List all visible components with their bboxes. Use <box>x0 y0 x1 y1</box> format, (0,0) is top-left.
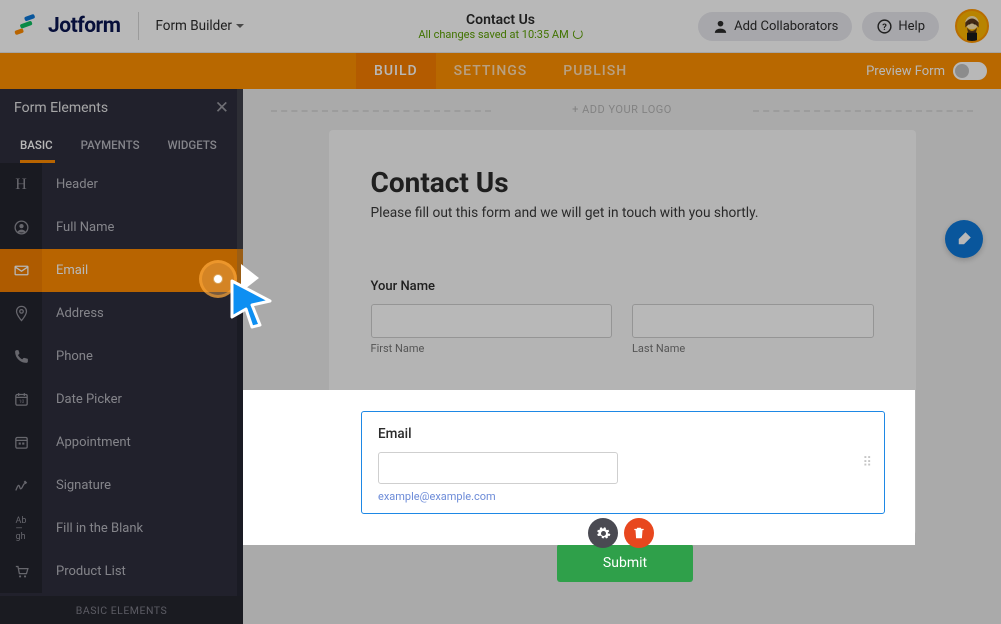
first-name-input[interactable] <box>371 304 613 338</box>
edit-fab[interactable] <box>945 220 983 258</box>
add-logo-label: + ADD YOUR LOGO <box>572 103 672 116</box>
fill-blank-icon: Ab—gh <box>0 507 42 550</box>
email-input[interactable] <box>378 452 618 484</box>
user-icon <box>0 206 42 249</box>
email-hint: example@example.com <box>378 490 868 503</box>
form-elements-panel: Form Elements ✕ BASIC PAYMENTS WIDGETS H… <box>0 89 243 624</box>
sidebar-item-label: Header <box>42 177 98 192</box>
appointment-icon <box>0 421 42 464</box>
tab-settings[interactable]: SETTINGS <box>436 53 546 89</box>
gear-icon <box>596 526 611 541</box>
divider <box>138 12 139 40</box>
form-builder-dropdown[interactable]: Form Builder <box>155 18 244 34</box>
field-settings-button[interactable] <box>588 518 618 548</box>
cart-icon <box>0 550 42 593</box>
signature-icon <box>0 464 42 507</box>
sidebar-item-address[interactable]: Address <box>0 292 243 335</box>
topbar-right: Add Collaborators ? Help <box>698 9 989 43</box>
sidebar-item-label: Date Picker <box>42 392 122 407</box>
sidebar-item-label: Appointment <box>42 435 131 450</box>
dropdown-label-text: Form Builder <box>155 18 232 34</box>
form-title[interactable]: Contact Us <box>418 12 582 28</box>
panel-header: Form Elements ✕ <box>0 89 243 127</box>
tab-build[interactable]: BUILD <box>356 53 436 89</box>
refresh-icon <box>573 29 583 39</box>
calendar-icon: 10 <box>0 378 42 421</box>
field-delete-button[interactable] <box>624 518 654 548</box>
add-collaborators-label: Add Collaborators <box>734 19 838 34</box>
svg-text:10: 10 <box>18 399 24 405</box>
save-status-text: All changes saved at 10:35 AM <box>418 28 568 41</box>
cursor-arrow-icon <box>226 277 282 333</box>
panel-title: Form Elements <box>14 100 108 116</box>
sidebar-item-label: Signature <box>42 478 111 493</box>
add-collaborators-button[interactable]: Add Collaborators <box>698 12 852 41</box>
pin-icon <box>0 292 42 335</box>
sidebar-item-header[interactable]: H Header <box>0 163 243 206</box>
sidebar-item-productlist[interactable]: Product List <box>0 550 243 593</box>
panel-tab-basic[interactable]: BASIC <box>0 127 67 163</box>
sidebar-item-label: Email <box>42 263 88 278</box>
mail-icon <box>0 249 42 292</box>
chevron-down-icon <box>236 24 244 28</box>
email-label: Email <box>378 426 868 442</box>
add-logo-button[interactable]: + ADD YOUR LOGO <box>243 89 1001 130</box>
panel-tabs: BASIC PAYMENTS WIDGETS <box>0 127 243 163</box>
first-name-sublabel: First Name <box>371 342 613 355</box>
help-icon: ? <box>876 18 893 35</box>
drag-handle-icon[interactable]: ⠿ <box>862 460 874 465</box>
help-button[interactable]: ? Help <box>862 12 939 41</box>
svg-text:?: ? <box>883 22 888 33</box>
elements-list: H Header Full Name Email Address Phone 1… <box>0 163 243 593</box>
builder-navbar: BUILD SETTINGS PUBLISH Preview Form <box>0 53 1001 89</box>
topbar: Jotform Form Builder Contact Us All chan… <box>0 0 1001 53</box>
avatar[interactable] <box>955 9 989 43</box>
form-subheading: Please fill out this form and we will ge… <box>371 205 874 221</box>
your-name-label: Your Name <box>371 279 874 294</box>
heading-icon: H <box>0 163 42 206</box>
last-name-input[interactable] <box>632 304 874 338</box>
sidebar-item-datepicker[interactable]: 10 Date Picker <box>0 378 243 421</box>
email-field-card[interactable]: Email example@example.com ⠿ <box>361 411 885 514</box>
panel-tab-widgets[interactable]: WIDGETS <box>154 127 231 163</box>
panel-footer: BASIC ELEMENTS <box>0 596 243 624</box>
submit-label: Submit <box>603 555 647 571</box>
preview-label: Preview Form <box>866 64 945 79</box>
sidebar-item-appointment[interactable]: Appointment <box>0 421 243 464</box>
sidebar-item-label: Full Name <box>42 220 114 235</box>
help-label: Help <box>898 19 925 34</box>
jotform-logo <box>12 12 40 40</box>
sidebar-item-label: Address <box>42 306 104 321</box>
panel-tab-payments[interactable]: PAYMENTS <box>67 127 154 163</box>
last-name-sublabel: Last Name <box>632 342 874 355</box>
sidebar-item-fillblank[interactable]: Ab—gh Fill in the Blank <box>0 507 243 550</box>
user-plus-icon <box>712 18 729 35</box>
title-block: Contact Us All changes saved at 10:35 AM <box>418 12 582 41</box>
save-status: All changes saved at 10:35 AM <box>418 28 582 41</box>
trash-icon <box>632 526 646 540</box>
sidebar-item-label: Fill in the Blank <box>42 521 143 536</box>
preview-toggle-wrap: Preview Form <box>866 62 987 80</box>
paint-icon <box>955 230 973 248</box>
sidebar-item-label: Phone <box>42 349 93 364</box>
sidebar-item-phone[interactable]: Phone <box>0 335 243 378</box>
tab-publish[interactable]: PUBLISH <box>545 53 645 89</box>
brand-name: Jotform <box>48 14 120 38</box>
submit-button[interactable]: Submit <box>557 544 693 582</box>
form-heading: Contact Us <box>371 166 874 199</box>
sidebar-item-label: Product List <box>42 564 126 579</box>
sidebar-item-fullname[interactable]: Full Name <box>0 206 243 249</box>
field-action-buttons <box>588 518 654 548</box>
close-icon[interactable]: ✕ <box>215 98 229 118</box>
phone-icon <box>0 335 42 378</box>
sidebar-item-signature[interactable]: Signature <box>0 464 243 507</box>
form-header[interactable]: Contact Us Please fill out this form and… <box>329 130 916 249</box>
preview-toggle[interactable] <box>953 62 987 80</box>
